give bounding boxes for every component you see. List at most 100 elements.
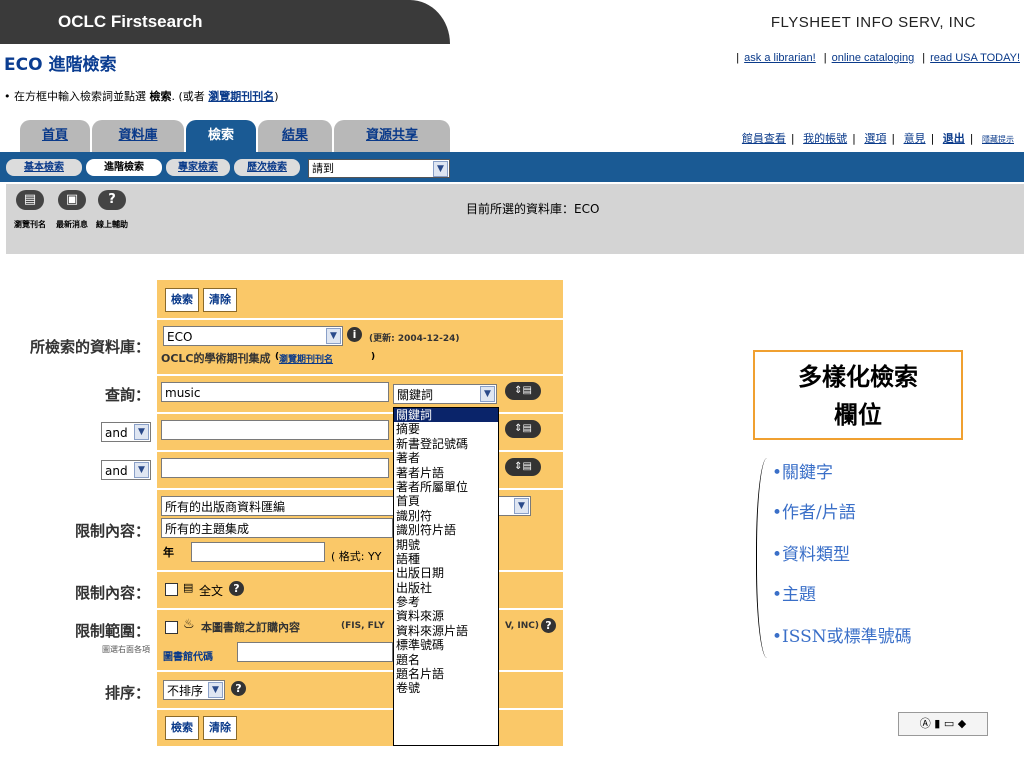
- read-usa-today-link[interactable]: read USA TODAY!: [930, 52, 1020, 64]
- subtab-advanced-label: 進階檢索: [104, 162, 144, 173]
- instruction-suffix: ): [274, 90, 279, 103]
- dropdown-option[interactable]: 資料來源片語: [394, 624, 498, 638]
- fulltext-row: ▤ 全文 ?: [157, 572, 563, 610]
- index-list-icon[interactable]: ⇕▤: [505, 458, 541, 476]
- index-list-icon[interactable]: ⇕▤: [505, 420, 541, 438]
- subtab-expert-label: 專家檢索: [178, 162, 218, 173]
- help-icon[interactable]: ?: [98, 190, 126, 210]
- online-cataloging-link[interactable]: online cataloging: [832, 52, 915, 64]
- instruction-bold: 檢索: [149, 90, 172, 103]
- limit-label: 限制內容：: [74, 522, 150, 540]
- sort-select[interactable]: 不排序 ▼: [163, 680, 225, 700]
- tab-results[interactable]: 結果: [258, 120, 332, 152]
- info-icon[interactable]: i: [347, 327, 362, 342]
- exit-link[interactable]: 退出: [943, 132, 965, 145]
- index-list-icon[interactable]: ⇕▤: [505, 382, 541, 400]
- query-input-1[interactable]: music: [161, 382, 389, 402]
- form-bottom-buttons-row: 檢索 清除: [157, 710, 563, 748]
- library-holdings-checkbox[interactable]: [165, 621, 178, 634]
- query-input-3[interactable]: [161, 458, 389, 478]
- database-select[interactable]: ECO ▼: [163, 326, 343, 346]
- dropdown-option[interactable]: 題名: [394, 653, 498, 667]
- tab-home[interactable]: 首頁: [20, 120, 90, 152]
- annotation-bullet: •主題: [772, 585, 817, 605]
- subtab-previous-searches[interactable]: 歷次檢索: [234, 159, 300, 176]
- database-label: 所檢索的資料庫：: [29, 338, 150, 356]
- dropdown-option[interactable]: 著者: [394, 451, 498, 465]
- search-button[interactable]: 檢索: [165, 288, 199, 312]
- dropdown-option[interactable]: 著者片語: [394, 466, 498, 480]
- dropdown-option[interactable]: 出版日期: [394, 566, 498, 580]
- help-icon[interactable]: ?: [541, 618, 556, 633]
- field-select-1[interactable]: 關鍵詞 ▼: [393, 384, 497, 404]
- subject-select[interactable]: 所有的主題集成: [161, 518, 393, 538]
- top-links: | ask a librarian! | online cataloging | re…: [736, 52, 1020, 64]
- browse-journals-link[interactable]: 瀏覽期刊刊名: [208, 90, 274, 103]
- db-desc-paren-close: ): [371, 352, 376, 362]
- toolbar-band: [6, 184, 1024, 254]
- browse-journals-small-link[interactable]: 瀏覽期刊刊名: [279, 352, 333, 365]
- dropdown-option[interactable]: 題名片語: [394, 667, 498, 681]
- boolean-select-2-value: and: [105, 464, 128, 478]
- dropdown-option[interactable]: 語種: [394, 552, 498, 566]
- chevron-down-icon: ▼: [514, 498, 529, 514]
- dropdown-option[interactable]: 著者所屬單位: [394, 480, 498, 494]
- boolean-select-1[interactable]: and ▼: [101, 422, 151, 442]
- dropdown-option[interactable]: 出版社: [394, 581, 498, 595]
- boolean-select-1-value: and: [105, 426, 128, 440]
- tab-databases[interactable]: 資料庫: [92, 120, 184, 152]
- dropdown-option[interactable]: 資料來源: [394, 609, 498, 623]
- tab-resource-sharing-label: 資源共享: [365, 128, 418, 143]
- dropdown-option[interactable]: 識別符: [394, 509, 498, 523]
- staff-view-link[interactable]: 館員查看: [742, 132, 786, 145]
- database-description: OCLC的學術期刊集成: [161, 352, 271, 365]
- tab-search[interactable]: 檢索: [186, 120, 256, 152]
- dropdown-option[interactable]: 標準號碼: [394, 638, 498, 652]
- subtab-expert-search[interactable]: 專家檢索: [166, 159, 230, 176]
- tab-resource-sharing[interactable]: 資源共享: [334, 120, 450, 152]
- browse-titles-icon[interactable]: ▤: [16, 190, 44, 210]
- scope-row: ♨ 本圖書館之訂購內容 (FIS, FLY V, INC) ? 圖書館代碼: [157, 610, 563, 672]
- sort-select-value: 不排序: [167, 684, 204, 698]
- comments-link[interactable]: 意見: [904, 132, 926, 145]
- dropdown-option[interactable]: 新書登記號碼: [394, 437, 498, 451]
- dropdown-option[interactable]: 識別符片語: [394, 523, 498, 537]
- library-code-input[interactable]: [237, 642, 393, 662]
- dropdown-option[interactable]: 摘要: [394, 422, 498, 436]
- search-button-bottom[interactable]: 檢索: [165, 716, 199, 740]
- goto-select[interactable]: 請到 ▼: [308, 159, 450, 178]
- subtab-advanced-search[interactable]: 進階檢索: [86, 159, 162, 176]
- chevron-down-icon: ▼: [134, 424, 149, 440]
- hide-tips-link[interactable]: 隱藏提示: [982, 135, 1014, 144]
- clear-button[interactable]: 清除: [203, 288, 237, 312]
- fulltext-checkbox[interactable]: [165, 583, 178, 596]
- query-input-2[interactable]: [161, 420, 389, 440]
- account-links: 館員查看 | 我的帳號 | 選項 | 意見 | 退出 | 隱藏提示: [741, 132, 1014, 145]
- annotation-title-line1: 多樣化檢索: [798, 362, 918, 391]
- ask-librarian-link[interactable]: ask a librarian!: [744, 52, 816, 64]
- query-row-1: music 關鍵詞 ▼ ⇕▤: [157, 376, 563, 414]
- database-select-value: ECO: [167, 330, 193, 344]
- year-label: 年: [163, 546, 174, 559]
- ime-toolbar[interactable]: Ⓐ ▮ ▭ ◆: [898, 712, 988, 736]
- browse-titles-label: 瀏覽刊名: [14, 220, 46, 229]
- dropdown-option[interactable]: 參考: [394, 595, 498, 609]
- my-account-link[interactable]: 我的帳號: [803, 132, 847, 145]
- dropdown-option[interactable]: 關鍵詞: [394, 408, 498, 423]
- news-icon[interactable]: ▣: [58, 190, 86, 210]
- clear-button-bottom[interactable]: 清除: [203, 716, 237, 740]
- annotation-bullet: •資料類型: [772, 545, 851, 565]
- field-dropdown-list[interactable]: 關鍵詞 摘要 新書登記號碼 著者 著者片語 著者所屬單位 首頁 識別符 識別符片語 期號 語種 出版日…: [393, 407, 499, 746]
- annotation-title-line2: 欄位: [834, 400, 882, 429]
- subtab-basic-search[interactable]: 基本檢索: [6, 159, 82, 176]
- limit-row: 所有的出版商資料匯編 ▼ 所有的主題集成 年 ( 格式: YY: [157, 490, 563, 572]
- options-link[interactable]: 選項: [864, 132, 886, 145]
- boolean-select-2[interactable]: and ▼: [101, 460, 151, 480]
- dropdown-option[interactable]: 首頁: [394, 494, 498, 508]
- help-icon[interactable]: ?: [231, 681, 246, 696]
- sort-label: 排序：: [104, 684, 150, 702]
- dropdown-option[interactable]: 卷號: [394, 681, 498, 695]
- dropdown-option[interactable]: 期號: [394, 538, 498, 552]
- year-input[interactable]: [191, 542, 325, 562]
- help-icon[interactable]: ?: [229, 581, 244, 596]
